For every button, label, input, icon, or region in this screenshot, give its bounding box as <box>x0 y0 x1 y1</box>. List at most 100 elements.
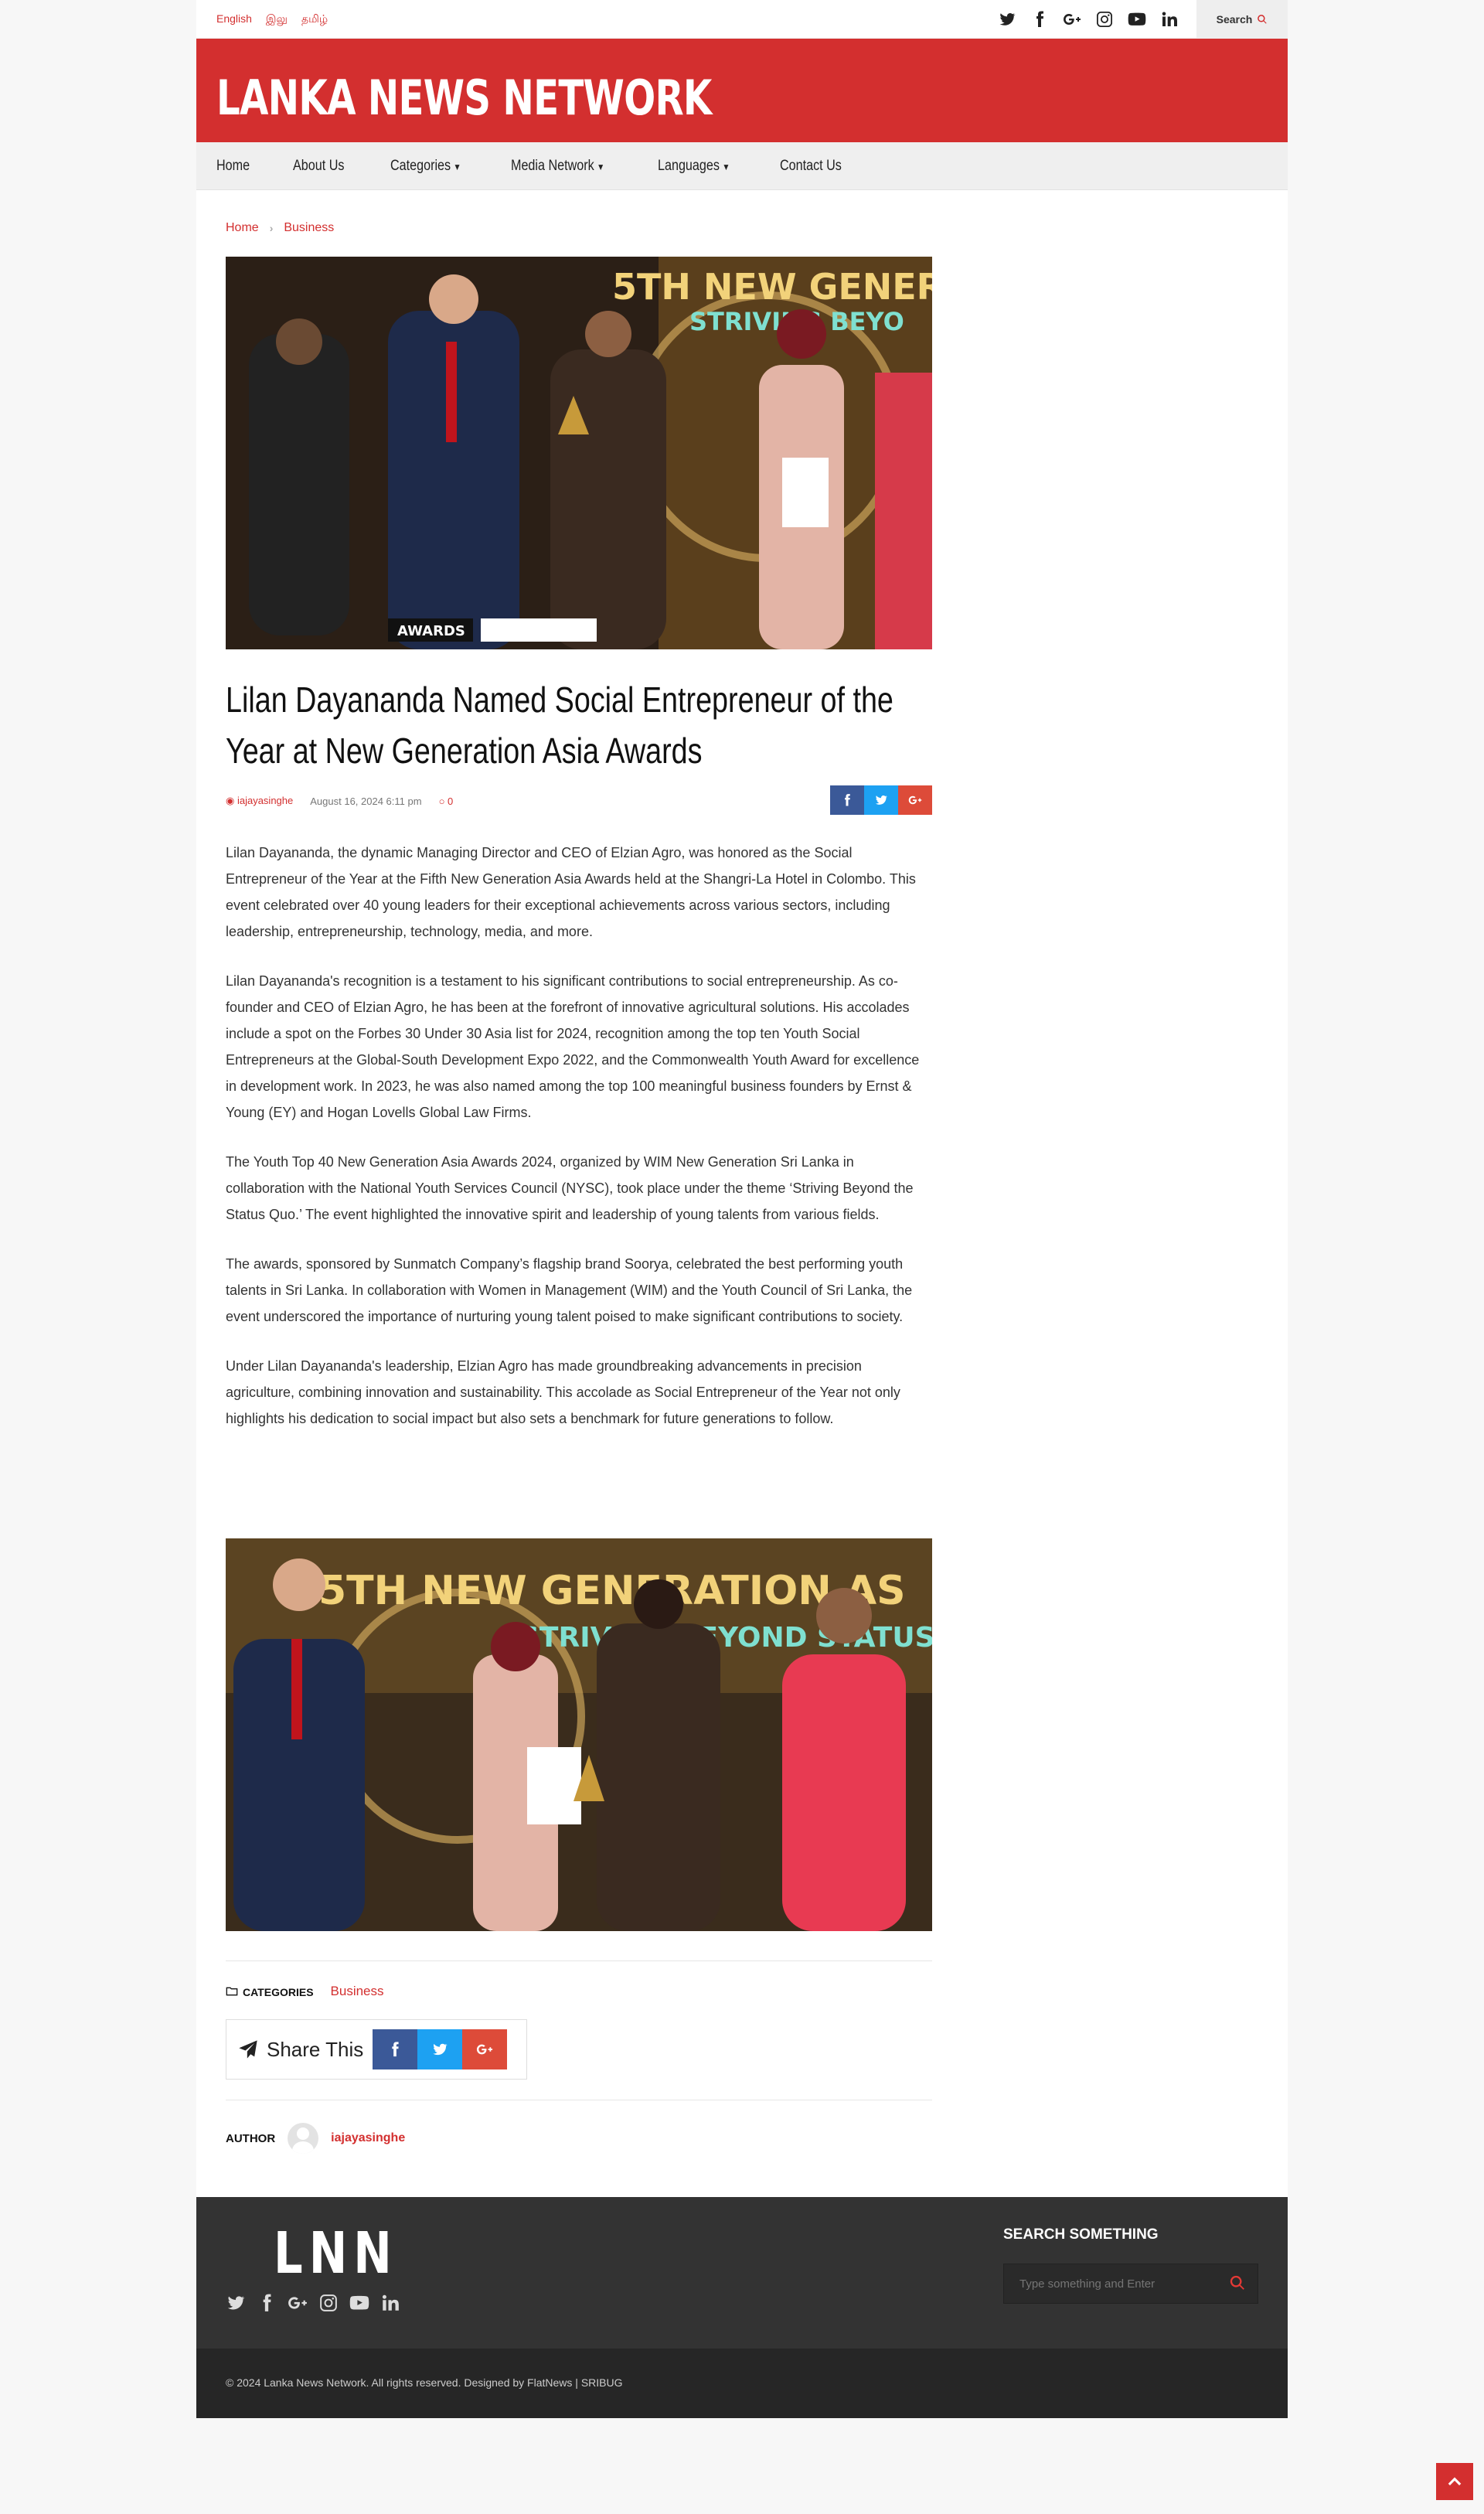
search-icon <box>1230 2275 1244 2290</box>
footer-search-button[interactable] <box>1229 2274 1246 2291</box>
author-box-name[interactable]: iajayasinghe <box>331 2131 405 2145</box>
breadcrumb: Home › Business <box>226 221 932 235</box>
twitter-icon[interactable] <box>226 2293 246 2313</box>
top-search-button[interactable]: Search <box>1196 0 1288 39</box>
back-to-top-button[interactable] <box>1436 2463 1473 2500</box>
main-content: Home › Business 5TH NEW GENERAT STRIVING… <box>196 190 1288 2197</box>
paragraph: The awards, sponsored by Sunmatch Compan… <box>226 1256 913 1324</box>
nav-about[interactable]: About Us <box>293 158 344 175</box>
nav-media-network[interactable]: Media Network ▼ <box>511 158 604 175</box>
image-awards-badge: AWARDS <box>397 623 465 639</box>
copyright-text: © 2024 Lanka News Network. All rights re… <box>226 2376 623 2389</box>
youtube-icon[interactable] <box>1125 8 1149 31</box>
copyright-bar: © 2024 Lanka News Network. All rights re… <box>196 2349 1288 2418</box>
chevron-down-icon: ▼ <box>453 162 461 172</box>
nav-home[interactable]: Home <box>216 158 250 175</box>
footer-search-input[interactable] <box>1003 2264 1258 2304</box>
instagram-icon[interactable] <box>318 2293 339 2313</box>
categories-row: CATEGORIES Business <box>226 1984 932 1999</box>
folder-icon <box>226 1987 238 1995</box>
search-label: Search <box>1216 13 1253 26</box>
nav-contact-label: Contact Us <box>780 158 842 174</box>
twitter-icon <box>433 2043 448 2056</box>
google-plus-icon[interactable] <box>1060 8 1084 31</box>
featured-image: 5TH NEW GENERAT STRIVING BEYO AWARDS <box>226 257 932 649</box>
linkedin-icon[interactable] <box>1158 8 1181 31</box>
main-nav: Home About Us Categories ▼ Media Network ▼… <box>196 142 1288 190</box>
nav-about-label: About Us <box>292 158 345 174</box>
publish-date: August 16, 2024 6:11 pm <box>310 795 422 807</box>
share-twitter-button[interactable] <box>864 785 898 815</box>
author-box: AUTHOR iajayasinghe <box>226 2123 932 2154</box>
comment-count: 0 <box>448 795 454 807</box>
facebook-icon[interactable] <box>257 2293 277 2313</box>
categories-label: CATEGORIES <box>243 1985 314 1998</box>
facebook-icon <box>845 794 850 806</box>
breadcrumb-home[interactable]: Home <box>226 221 259 235</box>
footer-social-links <box>226 2293 400 2313</box>
chevron-right-icon: › <box>269 222 274 234</box>
footer-logo[interactable]: LNN <box>274 2220 398 2287</box>
lang-tamil[interactable]: தமிழ் <box>301 12 328 27</box>
nav-categories-label: Categories <box>390 158 451 174</box>
nav-categories[interactable]: Categories ▼ <box>390 158 461 175</box>
paper-plane-icon <box>239 2040 257 2059</box>
site-header: LANKA NEWS NETWORK <box>196 39 1288 142</box>
google-plus-icon <box>477 2044 493 2055</box>
paragraph: Lilan Dayananda, the dynamic Managing Di… <box>226 845 916 939</box>
nav-contact[interactable]: Contact Us <box>780 158 842 175</box>
paragraph: The Youth Top 40 New Generation Asia Awa… <box>226 1154 914 1222</box>
nav-home-label: Home <box>216 158 250 174</box>
paragraph: Lilan Dayananda's recognition is a testa… <box>226 973 920 1120</box>
share-twitter-button[interactable] <box>417 2029 463 2069</box>
top-bar: English இலு தமிழ் Search <box>196 0 1288 39</box>
instagram-icon[interactable] <box>1093 8 1116 31</box>
facebook-icon[interactable] <box>1028 8 1051 31</box>
comments-link[interactable]: ○ 0 <box>439 795 454 807</box>
nav-media-label: Media Network <box>510 158 594 174</box>
comment-icon: ○ <box>438 795 445 807</box>
share-facebook-button[interactable] <box>373 2029 418 2069</box>
avatar[interactable] <box>288 2123 319 2154</box>
image2-banner-subtext: STRIVING BEYOND STATUS <box>519 1622 932 1654</box>
share-label: Share This <box>237 2038 363 2062</box>
lang-sinhala[interactable]: இலு <box>266 12 288 27</box>
author-link[interactable]: ◉ iajayasinghe <box>226 795 293 807</box>
chevron-up-icon <box>1448 2477 1462 2485</box>
nav-languages-label: Languages <box>658 158 720 174</box>
article-meta: ◉ iajayasinghe August 16, 2024 6:11 pm ○… <box>226 785 932 816</box>
google-plus-icon <box>908 795 922 805</box>
chevron-down-icon: ▼ <box>596 162 604 172</box>
google-plus-icon[interactable] <box>288 2293 308 2313</box>
twitter-icon <box>875 795 888 805</box>
user-icon: ◉ <box>226 795 235 806</box>
breadcrumb-section[interactable]: Business <box>284 221 334 235</box>
language-switcher: English இலு தமிழ் <box>216 12 328 27</box>
linkedin-icon[interactable] <box>380 2293 400 2313</box>
categories-label-wrap: CATEGORIES <box>226 1985 314 1998</box>
divider <box>226 1960 932 1961</box>
facebook-icon <box>392 2042 399 2057</box>
youtube-icon[interactable] <box>349 2293 369 2313</box>
share-googleplus-button[interactable] <box>462 2029 508 2069</box>
footer-search-title: SEARCH SOMETHING <box>1003 2226 1159 2243</box>
site-footer: LNN SEARCH SOMETHING <box>196 2197 1288 2349</box>
lang-english[interactable]: English <box>216 12 252 27</box>
share-googleplus-button[interactable] <box>898 785 932 815</box>
category-link[interactable]: Business <box>331 1984 384 1999</box>
site-logo[interactable]: LANKA NEWS NETWORK <box>216 70 712 126</box>
author-box-label: AUTHOR <box>226 2131 276 2145</box>
image-banner-text: 5TH NEW GENERAT <box>612 266 932 308</box>
paragraph: Under Lilan Dayananda's leadership, Elzi… <box>226 1358 900 1426</box>
article-title: Lilan Dayananda Named Social Entrepreneu… <box>226 680 893 771</box>
share-label-text: Share This <box>267 2037 364 2061</box>
image2-banner-text: 5TH NEW GENERATION AS <box>318 1568 906 1614</box>
nav-languages[interactable]: Languages ▼ <box>658 158 730 175</box>
share-box: Share This <box>226 2019 527 2080</box>
share-buttons-small <box>830 785 932 815</box>
article-body: Lilan Dayananda, the dynamic Managing Di… <box>226 840 932 1455</box>
twitter-icon[interactable] <box>996 8 1019 31</box>
article-image: 5TH NEW GENERATION AS STRIVING BEYOND ST… <box>226 1538 932 1931</box>
share-facebook-button[interactable] <box>830 785 864 815</box>
search-icon <box>1258 15 1268 24</box>
